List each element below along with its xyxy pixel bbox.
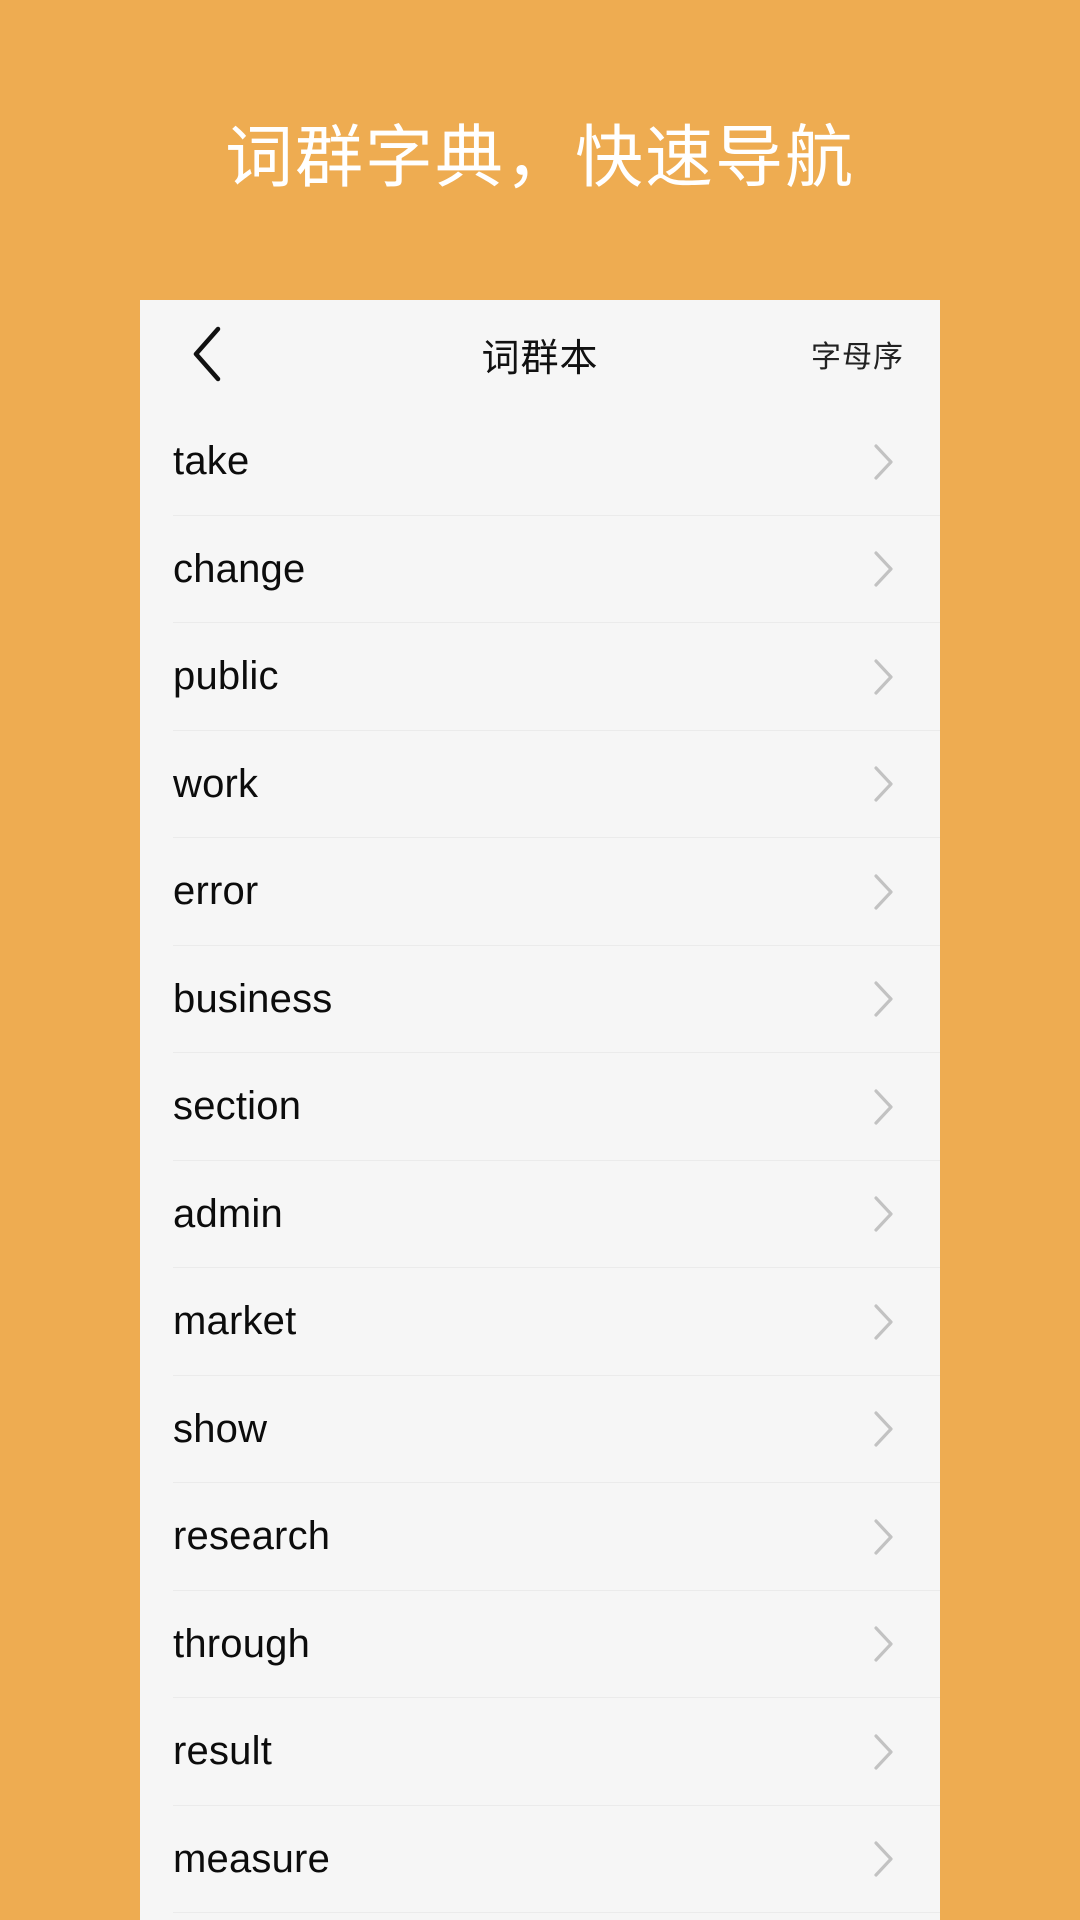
chevron-right-icon <box>864 872 904 912</box>
chevron-right-icon <box>864 442 904 482</box>
list-item-label: result <box>173 1729 273 1774</box>
list-item-label: work <box>173 761 259 806</box>
list-item[interactable]: section <box>140 1053 940 1161</box>
list-item[interactable]: result <box>140 1698 940 1806</box>
list-item[interactable]: work <box>140 730 940 838</box>
word-group-list: take change public work error business s… <box>140 408 940 1913</box>
list-item-label: research <box>173 1514 331 1559</box>
list-item[interactable]: error <box>140 838 940 946</box>
list-item-label: error <box>173 869 259 914</box>
list-item-label: public <box>173 654 279 699</box>
list-item[interactable]: research <box>140 1483 940 1591</box>
list-item[interactable]: take <box>140 408 940 516</box>
list-item[interactable]: show <box>140 1375 940 1483</box>
chevron-right-icon <box>864 657 904 697</box>
chevron-right-icon <box>864 764 904 804</box>
chevron-right-icon <box>864 1624 904 1664</box>
page-title: 词群字典，快速导航 <box>224 119 855 198</box>
list-item[interactable]: measure <box>140 1805 940 1913</box>
navigation-bar: 词群本 字母序 <box>140 300 940 408</box>
chevron-right-icon <box>864 1517 904 1557</box>
list-item-label: through <box>173 1621 311 1666</box>
list-item[interactable]: admin <box>140 1160 940 1268</box>
chevron-right-icon <box>864 1732 904 1772</box>
chevron-right-icon <box>864 1087 904 1127</box>
list-item[interactable]: public <box>140 623 940 731</box>
list-item-label: business <box>173 976 333 1021</box>
list-item[interactable]: market <box>140 1268 940 1376</box>
list-item-label: take <box>173 439 250 484</box>
list-item[interactable]: change <box>140 515 940 623</box>
hero-banner: 词群字典，快速导航 <box>0 0 1080 300</box>
list-item[interactable]: business <box>140 945 940 1053</box>
list-item-label: section <box>173 1084 302 1129</box>
chevron-right-icon <box>864 1194 904 1234</box>
app-screen: 词群字典，快速导航 词群本 字母序 take change public wor… <box>0 0 1080 1920</box>
list-item-label: measure <box>173 1836 331 1881</box>
list-item[interactable]: through <box>140 1590 940 1698</box>
list-item-label: admin <box>173 1191 283 1236</box>
phone-card: 词群本 字母序 take change public work error bu… <box>140 300 940 1920</box>
chevron-right-icon <box>864 1839 904 1879</box>
chevron-right-icon <box>864 1409 904 1449</box>
chevron-right-icon <box>864 1302 904 1342</box>
chevron-right-icon <box>864 979 904 1019</box>
chevron-right-icon <box>864 549 904 589</box>
list-item-label: change <box>173 546 306 591</box>
list-item-label: show <box>173 1406 268 1451</box>
list-item-label: market <box>173 1299 297 1344</box>
sort-order-button[interactable]: 字母序 <box>811 300 904 408</box>
